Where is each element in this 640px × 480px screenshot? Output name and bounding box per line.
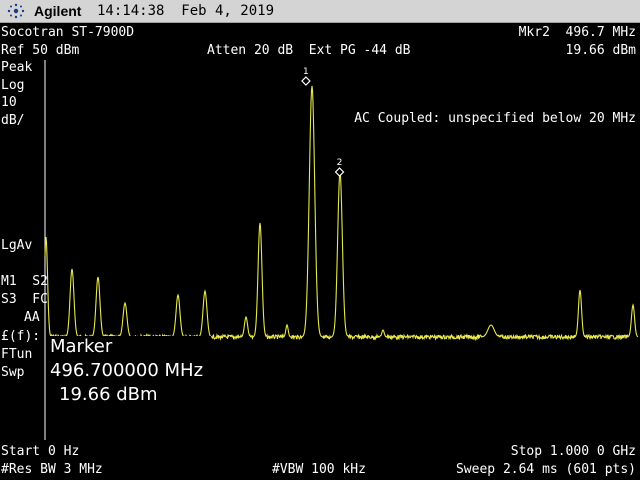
marker-1-diamond-icon xyxy=(301,76,311,86)
sweep-time: Sweep 2.64 ms (601 pts) xyxy=(455,462,636,477)
start-frequency: Start 0 Hz xyxy=(1,444,80,459)
marker-readout-title: Marker xyxy=(50,336,113,357)
marker-1-label: 1 xyxy=(303,67,309,77)
marker-layer: 12 xyxy=(301,67,345,177)
ac-coupled-note: AC Coupled: unspecified below 20 MHz xyxy=(354,111,636,126)
marker-readout: Marker 496.700000 MHz 19.66 dBm xyxy=(47,336,211,406)
marker-2: 2 xyxy=(334,158,345,177)
marker-1: 1 xyxy=(301,67,311,86)
stop-frequency: Stop 1.000 0 GHz xyxy=(510,444,636,459)
marker-readout-frequency: 496.700000 MHz xyxy=(50,360,204,381)
spectrum-display: 12 xyxy=(44,60,639,440)
marker-readout-amplitude: 19.66 dBm xyxy=(59,384,158,405)
video-bandwidth: #VBW 100 kHz xyxy=(272,462,366,477)
resolution-bandwidth: #Res BW 3 MHz xyxy=(1,462,103,477)
marker-2-diamond-icon xyxy=(334,167,345,177)
marker-2-label: 2 xyxy=(337,158,343,168)
